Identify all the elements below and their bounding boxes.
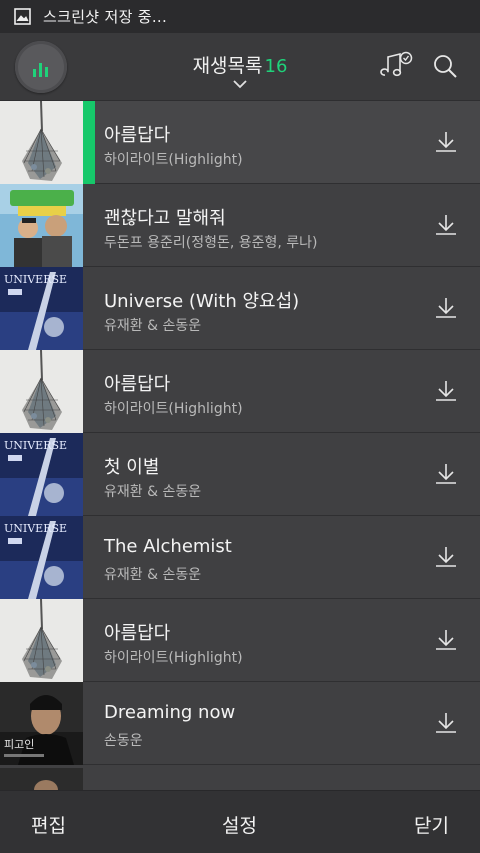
song-row[interactable]: 아름답다 하이라이트(Highlight) [0, 599, 480, 682]
svg-text:UNIVERSE: UNIVERSE [4, 273, 67, 286]
download-icon[interactable] [434, 712, 458, 734]
image-icon [14, 8, 31, 25]
song-artist: 유재환 & 손동운 [104, 484, 202, 500]
settings-button[interactable]: 설정 [222, 811, 257, 838]
song-row[interactable]: 아름답다 하이라이트(Highlight) [0, 350, 480, 433]
song-title: 아름답다 [104, 125, 171, 146]
song-title: 첫 이별 [104, 457, 160, 478]
now-playing-indicator [83, 101, 95, 184]
music-check-icon[interactable] [380, 51, 414, 79]
song-row[interactable]: UNIVERSE The Alchemist 유재환 & 손동운 [0, 516, 480, 599]
song-artist: 손동운 [104, 733, 143, 749]
chevron-down-icon[interactable] [232, 79, 248, 89]
song-row[interactable]: 피고인 Dreaming now 손동운 [0, 682, 480, 765]
album-art-net-bag [0, 101, 83, 184]
song-row[interactable]: UNIVERSE Universe (With 양요섭) 유재환 & 손동운 [0, 267, 480, 350]
song-artist: 하이라이트(Highlight) [104, 401, 243, 417]
song-artist: 두돈프 용준리(정형돈, 용준형, 루나) [104, 235, 318, 251]
svg-text:UNIVERSE: UNIVERSE [4, 439, 67, 452]
equalizer-icon [33, 63, 48, 77]
song-title: 괜찮다고 말해줘 [104, 208, 226, 229]
song-title: Universe (With 양요섭) [104, 291, 300, 312]
song-title: 아름답다 [104, 374, 171, 395]
song-artist: 유재환 & 손동운 [104, 318, 202, 334]
status-text: 스크린샷 저장 중... [43, 8, 168, 26]
song-artist: 하이라이트(Highlight) [104, 650, 243, 666]
album-art-net-bag [0, 350, 83, 433]
playlist: 아름답다 하이라이트(Highlight) 괜찮다고 말해줘 두돈프 용준리(정… [0, 101, 480, 765]
album-art-universe-cover: UNIVERSE [0, 433, 83, 516]
status-bar: 스크린샷 저장 중... [0, 0, 480, 33]
now-playing-button[interactable] [15, 41, 67, 93]
playlist-count: 16 [264, 56, 288, 77]
download-icon[interactable] [434, 131, 458, 153]
download-icon[interactable] [434, 214, 458, 236]
song-artist: 하이라이트(Highlight) [104, 152, 243, 168]
download-icon[interactable] [434, 380, 458, 402]
song-row[interactable]: 아름답다 하이라이트(Highlight) [0, 101, 480, 184]
search-icon[interactable] [432, 53, 458, 79]
bottom-toolbar: 편집 설정 닫기 [0, 790, 480, 853]
edit-button[interactable]: 편집 [31, 811, 66, 838]
song-row[interactable]: UNIVERSE 첫 이별 유재환 & 손동운 [0, 433, 480, 516]
header: 재생목록 16 [0, 33, 480, 101]
album-art-partial [0, 768, 83, 800]
album-art-universe-cover: UNIVERSE [0, 267, 83, 350]
song-row-partial[interactable] [0, 768, 480, 800]
album-art-portrait-cover: 피고인 [0, 682, 83, 765]
download-icon[interactable] [434, 297, 458, 319]
playlist-title[interactable]: 재생목록 16 [140, 51, 340, 78]
playlist-title-text: 재생목록 [192, 55, 263, 77]
album-art-net-bag [0, 599, 83, 682]
download-icon[interactable] [434, 546, 458, 568]
svg-text:UNIVERSE: UNIVERSE [4, 522, 67, 535]
song-title: 아름답다 [104, 623, 171, 644]
download-icon[interactable] [434, 629, 458, 651]
album-art-universe-cover: UNIVERSE [0, 516, 83, 599]
song-title: The Alchemist [104, 536, 232, 557]
svg-text:피고인: 피고인 [4, 738, 34, 751]
song-row[interactable]: 괜찮다고 말해줘 두돈프 용준리(정형돈, 용준형, 루나) [0, 184, 480, 267]
song-title: Dreaming now [104, 702, 236, 723]
album-art-duo-poster [0, 184, 83, 267]
song-artist: 유재환 & 손동운 [104, 567, 202, 583]
close-button[interactable]: 닫기 [414, 811, 449, 838]
download-icon[interactable] [434, 463, 458, 485]
